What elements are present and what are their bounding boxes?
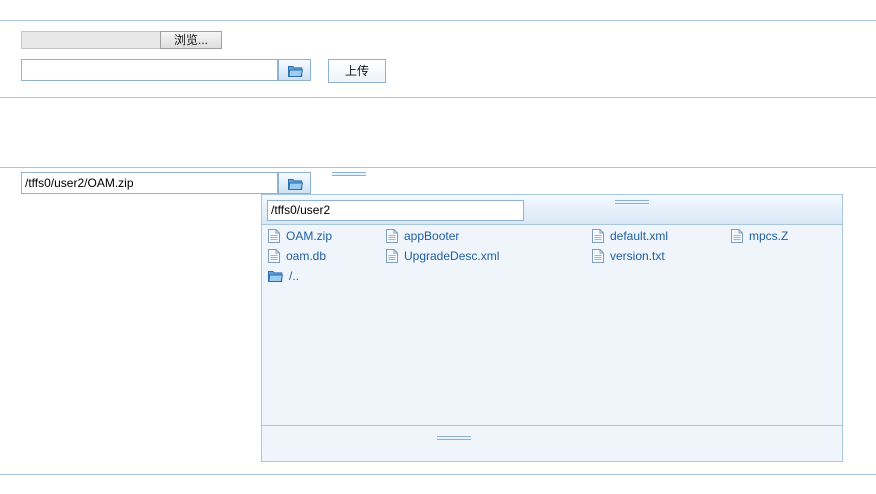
file-entry[interactable]: UpgradeDesc.xml [386,248,499,264]
file-icon [268,249,280,263]
file-entry-name: UpgradeDesc.xml [404,249,500,263]
file-entry[interactable]: default.xml [592,228,668,244]
local-folder-button[interactable] [278,59,311,81]
collapse-grip[interactable] [332,172,366,176]
parent-folder-entry[interactable]: /.. [268,268,299,284]
folder-icon [288,66,303,77]
file-entry-name: oam.db [286,249,327,263]
browse-button[interactable]: 浏览... [160,31,222,49]
remote-folder-button[interactable] [278,172,311,194]
folder-icon [268,271,283,282]
file-entry[interactable]: version.txt [592,248,665,264]
file-browser-footer [262,425,842,461]
file-chooser-path[interactable] [21,31,160,49]
file-browser-panel: /tffs0/user2 OAM.zip appBooter default.x… [261,194,843,462]
folder-icon [288,179,303,190]
file-browser-header: /tffs0/user2 [262,195,842,225]
divider-bottom [0,474,876,475]
file-entry-name: appBooter [404,229,460,243]
local-path-input[interactable] [21,59,278,81]
divider-top [0,20,876,21]
page: 浏览... 上传 /tffs0/user2/OAM.zip /tffs0/use… [0,0,876,494]
file-entry[interactable]: OAM.zip [268,228,332,244]
file-icon [268,229,280,243]
file-entry-name: default.xml [610,229,669,243]
file-entry[interactable]: oam.db [268,248,326,264]
file-icon [731,229,743,243]
file-entry-name: version.txt [610,249,665,263]
divider-middle [0,97,876,98]
file-entry-name: OAM.zip [286,229,333,243]
file-entry-name: mpcs.Z [749,229,789,243]
file-icon [592,249,604,263]
file-entry[interactable]: appBooter [386,228,459,244]
upload-button[interactable]: 上传 [328,59,386,83]
file-chooser[interactable]: 浏览... [21,31,222,49]
file-icon [386,249,398,263]
file-icon [592,229,604,243]
folder-entry-name: /.. [289,269,300,283]
header-grip[interactable] [615,200,649,204]
remote-path-input[interactable]: /tffs0/user2/OAM.zip [21,172,278,194]
file-entry[interactable]: mpcs.Z [731,228,788,244]
footer-grip[interactable] [437,436,471,440]
current-path-input[interactable]: /tffs0/user2 [267,200,524,221]
divider-lower [0,167,876,168]
file-icon [386,229,398,243]
